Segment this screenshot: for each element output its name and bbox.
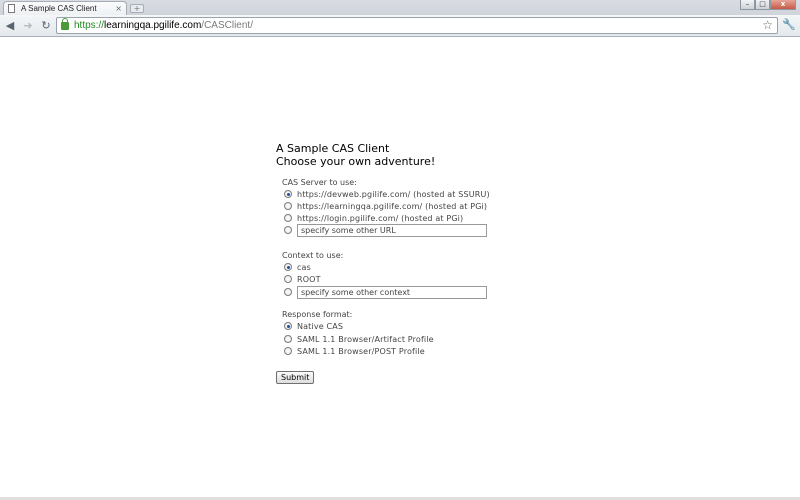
context-option-label: cas [297,262,311,272]
page-content [0,38,800,500]
page-icon [8,4,15,13]
context-input[interactable] [297,285,487,299]
reload-icon[interactable]: ↻ [38,18,54,34]
response-format-option-label: SAML 1.1 Browser/Artifact Profile [297,334,434,344]
cas-server-option-1[interactable]: https://learningqa.pgilife.com/ (hosted … [284,200,487,212]
cas-server-label: CAS Server to use: [282,178,357,187]
close-window-button[interactable]: x [770,0,796,10]
tab-title: A Sample CAS Client [21,4,97,13]
window-controls: – □ x [740,0,796,10]
cas-server-radio-other[interactable] [284,226,292,234]
context-option-other[interactable] [284,285,487,299]
cas-server-option-0[interactable]: https://devweb.pgilife.com/ (hosted at S… [284,188,490,200]
address-bar[interactable]: https://learningqa.pgilife.com/CASClient… [56,17,778,34]
cas-server-radio-2[interactable] [284,214,292,222]
cas-server-radio-1[interactable] [284,202,292,210]
url-path: /CASClient/ [201,20,253,31]
context-radio-1[interactable] [284,275,292,283]
lock-icon [61,17,69,30]
response-format-option-label: Native CAS [297,321,344,331]
star-icon[interactable]: ☆ [762,18,773,32]
tab-close-icon[interactable]: × [115,4,122,13]
browser-toolbar: ◀ ➜ ↻ https://learningqa.pgilife.com/CAS… [0,15,800,37]
wrench-icon[interactable]: 🔧 [782,18,796,32]
cas-server-radio-0[interactable] [284,190,292,198]
url-text: https://learningqa.pgilife.com/CASClient… [74,20,253,31]
response-format-radio-0[interactable] [284,322,292,330]
cas-server-url-input[interactable] [297,223,487,237]
browser-tab[interactable]: A Sample CAS Client × [3,1,127,15]
response-format-option-1[interactable]: SAML 1.1 Browser/Artifact Profile [284,333,434,345]
url-scheme: https:// [74,20,105,31]
forward-icon[interactable]: ➜ [20,18,36,34]
response-format-radio-1[interactable] [284,335,292,343]
response-format-radio-2[interactable] [284,347,292,355]
url-host: learningqa.pgilife.com [104,20,202,31]
context-label: Context to use: [282,251,344,260]
cas-server-option-label: https://login.pgilife.com/ (hosted at PG… [297,213,464,223]
back-icon[interactable]: ◀ [2,18,18,34]
response-format-option-0[interactable]: Native CAS [284,320,343,332]
context-option-0[interactable]: cas [284,261,311,273]
context-option-label: ROOT [297,274,321,284]
response-format-label: Response format: [282,310,353,319]
submit-button[interactable]: Submit [276,371,315,384]
cas-server-option-2[interactable]: https://login.pgilife.com/ (hosted at PG… [284,212,463,224]
cas-server-option-other[interactable] [284,223,487,237]
window-titlebar: A Sample CAS Client × + – □ x [0,0,800,15]
page-title-line2: Choose your own adventure! [276,155,436,168]
cas-server-option-label: https://learningqa.pgilife.com/ (hosted … [297,201,488,211]
context-radio-other[interactable] [284,288,292,296]
context-radio-0[interactable] [284,263,292,271]
response-format-option-2[interactable]: SAML 1.1 Browser/POST Profile [284,345,425,357]
page-title-line1: A Sample CAS Client [276,142,390,155]
context-option-1[interactable]: ROOT [284,273,321,285]
response-format-option-label: SAML 1.1 Browser/POST Profile [297,346,425,356]
new-tab-button[interactable]: + [130,4,144,13]
minimize-button[interactable]: – [740,0,755,10]
page-title: A Sample CAS Client Choose your own adve… [276,142,435,168]
maximize-button[interactable]: □ [755,0,770,10]
cas-server-option-label: https://devweb.pgilife.com/ (hosted at S… [297,189,490,199]
